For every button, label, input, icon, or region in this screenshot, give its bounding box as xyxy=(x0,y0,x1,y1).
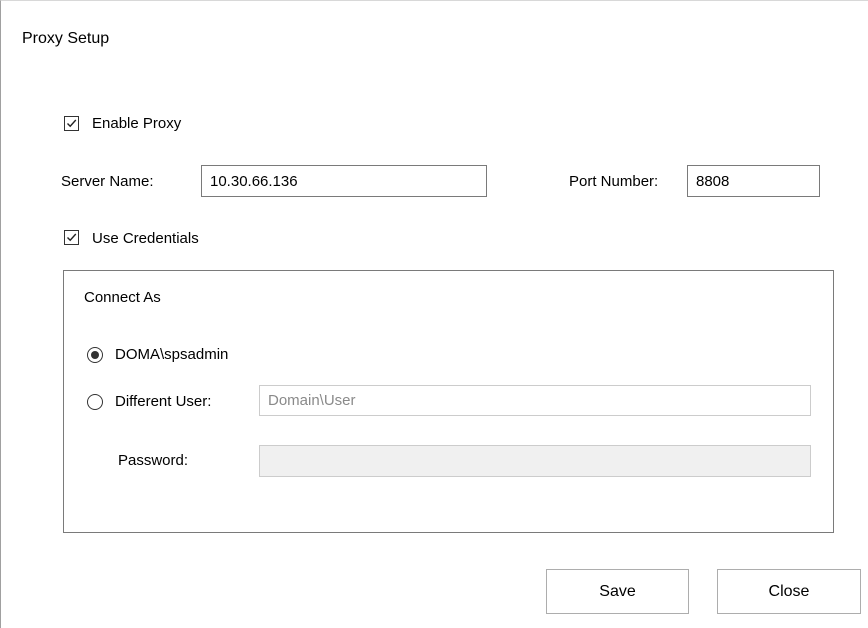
use-credentials-label[interactable]: Use Credentials xyxy=(92,230,199,247)
password-input[interactable] xyxy=(259,445,811,477)
enable-proxy-checkbox[interactable] xyxy=(64,116,79,131)
enable-proxy-label[interactable]: Enable Proxy xyxy=(92,115,181,132)
server-name-input[interactable] xyxy=(201,165,487,197)
password-label: Password: xyxy=(118,452,189,469)
close-button[interactable]: Close xyxy=(717,569,861,614)
connect-as-label: Connect As xyxy=(84,289,161,306)
check-icon xyxy=(67,233,77,242)
check-icon xyxy=(67,119,77,128)
different-user-radio[interactable] xyxy=(87,394,103,410)
different-user-input[interactable] xyxy=(259,385,811,416)
different-user-label[interactable]: Different User: xyxy=(115,393,211,410)
port-number-input[interactable] xyxy=(687,165,820,197)
proxy-setup-dialog: Proxy Setup Enable Proxy Server Name: Po… xyxy=(0,0,868,628)
port-number-label: Port Number: xyxy=(569,173,659,190)
dialog-title: Proxy Setup xyxy=(22,30,110,47)
radio-selected-dot xyxy=(91,351,99,359)
use-credentials-checkbox[interactable] xyxy=(64,230,79,245)
connect-as-group: Connect As DOMA\spsadmin Different User:… xyxy=(63,270,834,533)
current-user-radio[interactable] xyxy=(87,347,103,363)
server-name-label: Server Name: xyxy=(61,173,154,190)
save-button[interactable]: Save xyxy=(546,569,689,614)
current-user-label[interactable]: DOMA\spsadmin xyxy=(115,346,228,363)
